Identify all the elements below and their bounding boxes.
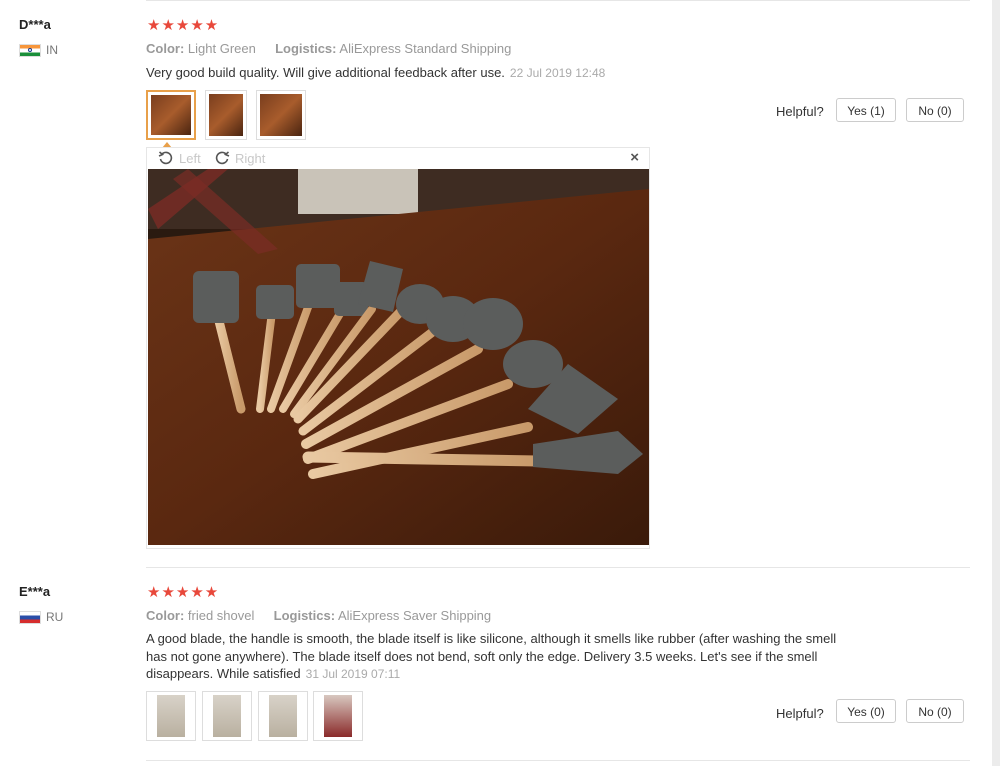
reviewer-country: IN (19, 43, 58, 57)
review-photo-thumb[interactable] (146, 691, 196, 741)
color-value: fried shovel (187, 608, 255, 623)
logistics-value: AliExpress Saver Shipping (337, 608, 492, 623)
color-label: Color: (146, 608, 185, 623)
review-photo-thumb[interactable] (258, 691, 308, 741)
review-photo-thumb[interactable] (205, 90, 247, 140)
page-scrollbar[interactable] (992, 0, 1000, 766)
country-code: IN (46, 43, 58, 57)
reviewer-country: RU (19, 610, 63, 624)
review-divider (146, 760, 970, 761)
logistics-value: AliExpress Standard Shipping (339, 41, 512, 56)
rotate-right-button[interactable]: Right (214, 150, 265, 166)
reviewer-name: D***a (19, 17, 51, 32)
logistics-label: Logistics: (273, 608, 336, 623)
star-rating: ★★★★★ (147, 17, 220, 34)
review-photo-large (148, 169, 649, 545)
russia-flag-icon (19, 610, 41, 624)
rotate-left-button[interactable]: Left (158, 150, 201, 166)
helpful-no-button[interactable]: No (0) (906, 98, 964, 122)
helpful-yes-button[interactable]: Yes (0) (836, 699, 896, 723)
review-text: Very good build quality. Will give addit… (146, 64, 856, 83)
review-photo-thumb[interactable] (202, 691, 252, 741)
color-value: Light Green (187, 41, 256, 56)
logistics-label: Logistics: (275, 41, 337, 56)
review-date: 31 Jul 2019 07:11 (305, 667, 401, 681)
close-icon[interactable]: × (630, 149, 639, 166)
review-body: A good blade, the handle is smooth, the … (146, 631, 837, 681)
top-divider (146, 0, 970, 1)
reviewer-name: E***a (19, 584, 51, 599)
order-info: Color: fried shovel Logistics: AliExpres… (146, 608, 491, 623)
india-flag-icon (19, 43, 41, 57)
color-label: Color: (146, 41, 185, 56)
review-text: A good blade, the handle is smooth, the … (146, 630, 856, 684)
review-date: 22 Jul 2019 12:48 (509, 66, 606, 80)
rotate-left-label: Left (179, 150, 201, 166)
review-photo-thumb[interactable] (256, 90, 306, 140)
review-photo-thumb[interactable] (146, 90, 196, 140)
rotate-left-icon (158, 151, 173, 165)
photo-viewer: Left Right × (146, 147, 650, 549)
star-rating: ★★★★★ (147, 584, 220, 601)
rotate-right-icon (215, 151, 230, 165)
rotate-right-label: Right (235, 150, 266, 166)
review-body: Very good build quality. Will give addit… (146, 65, 505, 80)
helpful-label: Helpful? (776, 104, 824, 119)
order-info: Color: Light Green Logistics: AliExpress… (146, 41, 511, 56)
country-code: RU (46, 610, 64, 624)
helpful-no-button[interactable]: No (0) (906, 699, 964, 723)
helpful-label: Helpful? (776, 706, 824, 721)
review-photo-thumb[interactable] (313, 691, 363, 741)
review-divider (146, 567, 970, 568)
viewer-toolbar: Left Right × (147, 148, 649, 168)
helpful-yes-button[interactable]: Yes (1) (836, 98, 896, 122)
